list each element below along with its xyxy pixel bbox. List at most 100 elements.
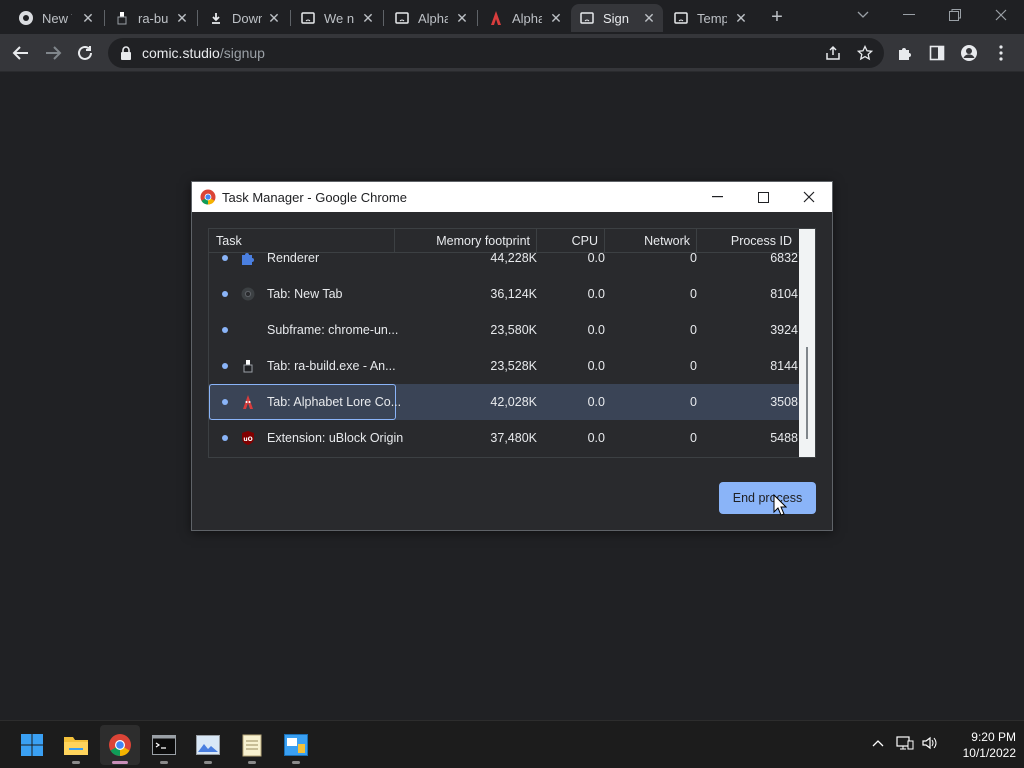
cpu-cell: 0.0	[587, 431, 605, 445]
tab-sign[interactable]: Sign ✕	[571, 4, 663, 32]
taskbar-photos[interactable]	[188, 725, 228, 765]
lock-icon[interactable]	[120, 46, 132, 60]
dialog-titlebar[interactable]: Task Manager - Google Chrome	[192, 182, 832, 212]
tab-separator	[477, 10, 478, 26]
tab-separator	[197, 10, 198, 26]
svg-text:uO: uO	[243, 436, 252, 443]
tab-temp[interactable]: Temp ✕	[665, 4, 755, 32]
taskbar-notepad[interactable]	[232, 725, 272, 765]
figure-icon	[240, 358, 256, 374]
table-row[interactable]: Tab: New Tab 36,124K 0.0 0 8104	[209, 276, 799, 312]
close-icon[interactable]: ✕	[548, 10, 564, 26]
profile-icon	[961, 45, 977, 61]
minimize-window-button[interactable]	[886, 0, 932, 30]
alphabet-lore-icon	[488, 10, 504, 26]
speaker-icon	[922, 736, 937, 750]
pid-cell: 8144	[770, 359, 798, 373]
network-cell: 0	[690, 359, 697, 373]
volume-tray-button[interactable]	[920, 733, 940, 753]
share-icon	[826, 45, 840, 60]
share-button[interactable]	[818, 38, 848, 68]
restore-window-button[interactable]	[932, 0, 978, 30]
show-hidden-icons-button[interactable]	[868, 733, 888, 753]
tab-we-n[interactable]: We n ✕	[292, 4, 382, 32]
close-icon[interactable]: ✕	[641, 10, 657, 26]
running-indicator	[160, 761, 168, 764]
url-host: comic.studio	[142, 45, 220, 61]
taskbar: 9:20 PM 10/1/2022	[0, 720, 1024, 768]
profile-button[interactable]	[954, 38, 984, 68]
tab-label: Sign	[603, 10, 630, 26]
cpu-cell: 0.0	[587, 359, 605, 373]
table-row[interactable]: Subframe: chrome-un... 23,580K 0.0 0 392…	[209, 312, 799, 348]
reload-button[interactable]	[70, 38, 100, 68]
more-vert-icon	[999, 45, 1003, 61]
new-tab-button[interactable]: +	[766, 6, 788, 28]
taskbar-chrome[interactable]	[100, 725, 140, 765]
extensions-button[interactable]	[890, 38, 920, 68]
close-icon[interactable]: ✕	[80, 10, 96, 26]
download-icon	[208, 10, 224, 26]
close-icon[interactable]: ✕	[266, 10, 282, 26]
table-row[interactable]: uO Extension: uBlock Origin 37,480K 0.0 …	[209, 420, 799, 456]
process-dot	[222, 255, 228, 261]
table-row-selected[interactable]: Tab: Alphabet Lore Co... 42,028K 0.0 0 3…	[209, 384, 799, 420]
tab-ra-build[interactable]: ra-build ✕	[106, 4, 196, 32]
scrollbar-thumb[interactable]	[806, 347, 808, 439]
dialog-close-button[interactable]	[786, 182, 832, 212]
network-tray-button[interactable]	[895, 733, 915, 753]
side-panel-button[interactable]	[922, 38, 952, 68]
table-row[interactable]: Tab: ra-build.exe - An... 23,528K 0.0 0 …	[209, 348, 799, 384]
tab-downloads[interactable]: Downloads ✕	[200, 4, 288, 32]
chrome-icon	[240, 286, 256, 302]
sad-page-icon	[673, 10, 689, 26]
task-name: Tab: Alphabet Lore Co...	[267, 395, 402, 409]
network-cell: 0	[690, 395, 697, 409]
task-manager-dialog: Task Manager - Google Chrome Task Memory…	[191, 181, 833, 531]
star-icon	[857, 45, 873, 61]
vertical-scrollbar[interactable]	[799, 229, 815, 457]
process-table: Task Memory footprint CPU Network Proces…	[208, 228, 816, 458]
close-icon[interactable]: ✕	[454, 10, 470, 26]
dialog-maximize-button[interactable]	[740, 182, 786, 212]
chrome-icon	[18, 10, 34, 26]
tab-search-icon[interactable]	[840, 0, 886, 30]
pid-cell: 3508	[770, 395, 798, 409]
sad-page-icon	[579, 10, 595, 26]
menu-button[interactable]	[986, 38, 1016, 68]
dialog-title: Task Manager - Google Chrome	[222, 189, 407, 205]
taskbar-terminal[interactable]	[144, 725, 184, 765]
running-indicator	[204, 761, 212, 764]
taskbar-clock[interactable]: 9:20 PM 10/1/2022	[940, 729, 1016, 761]
close-icon[interactable]: ✕	[733, 10, 749, 26]
tab-alpha-1[interactable]: Alpha ✕	[386, 4, 476, 32]
address-bar[interactable]: comic.studio/signup	[108, 38, 884, 68]
bookmark-button[interactable]	[850, 38, 880, 68]
cpu-cell: 0.0	[587, 323, 605, 337]
puzzle-icon	[240, 250, 256, 266]
active-indicator	[112, 761, 128, 764]
tab-alpha-2[interactable]: Alpha ✕	[480, 4, 570, 32]
start-button[interactable]	[12, 725, 52, 765]
close-window-button[interactable]	[978, 0, 1024, 30]
close-icon[interactable]: ✕	[174, 10, 190, 26]
taskbar-control-panel[interactable]	[276, 725, 316, 765]
back-button[interactable]	[6, 38, 36, 68]
task-name: Tab: ra-build.exe - An...	[267, 359, 396, 373]
control-panel-icon	[284, 734, 308, 756]
running-indicator	[72, 761, 80, 764]
tab-new-tab[interactable]: New Tab ✕	[10, 4, 102, 32]
task-name: Extension: uBlock Origin	[267, 431, 404, 445]
task-name: Renderer	[267, 251, 320, 265]
dialog-minimize-button[interactable]	[694, 182, 740, 212]
close-icon[interactable]: ✕	[360, 10, 376, 26]
forward-button[interactable]	[38, 38, 68, 68]
chevron-up-icon	[872, 740, 884, 747]
pid-cell: 5488	[770, 431, 798, 445]
taskbar-file-explorer[interactable]	[56, 725, 96, 765]
end-process-button[interactable]: End process	[719, 482, 816, 514]
tab-label: Alpha	[418, 10, 448, 26]
clock-time: 9:20 PM	[971, 730, 1016, 744]
mouse-cursor-icon	[773, 494, 787, 516]
table-row[interactable]: Renderer 44,228K 0.0 0 6832	[209, 240, 799, 276]
